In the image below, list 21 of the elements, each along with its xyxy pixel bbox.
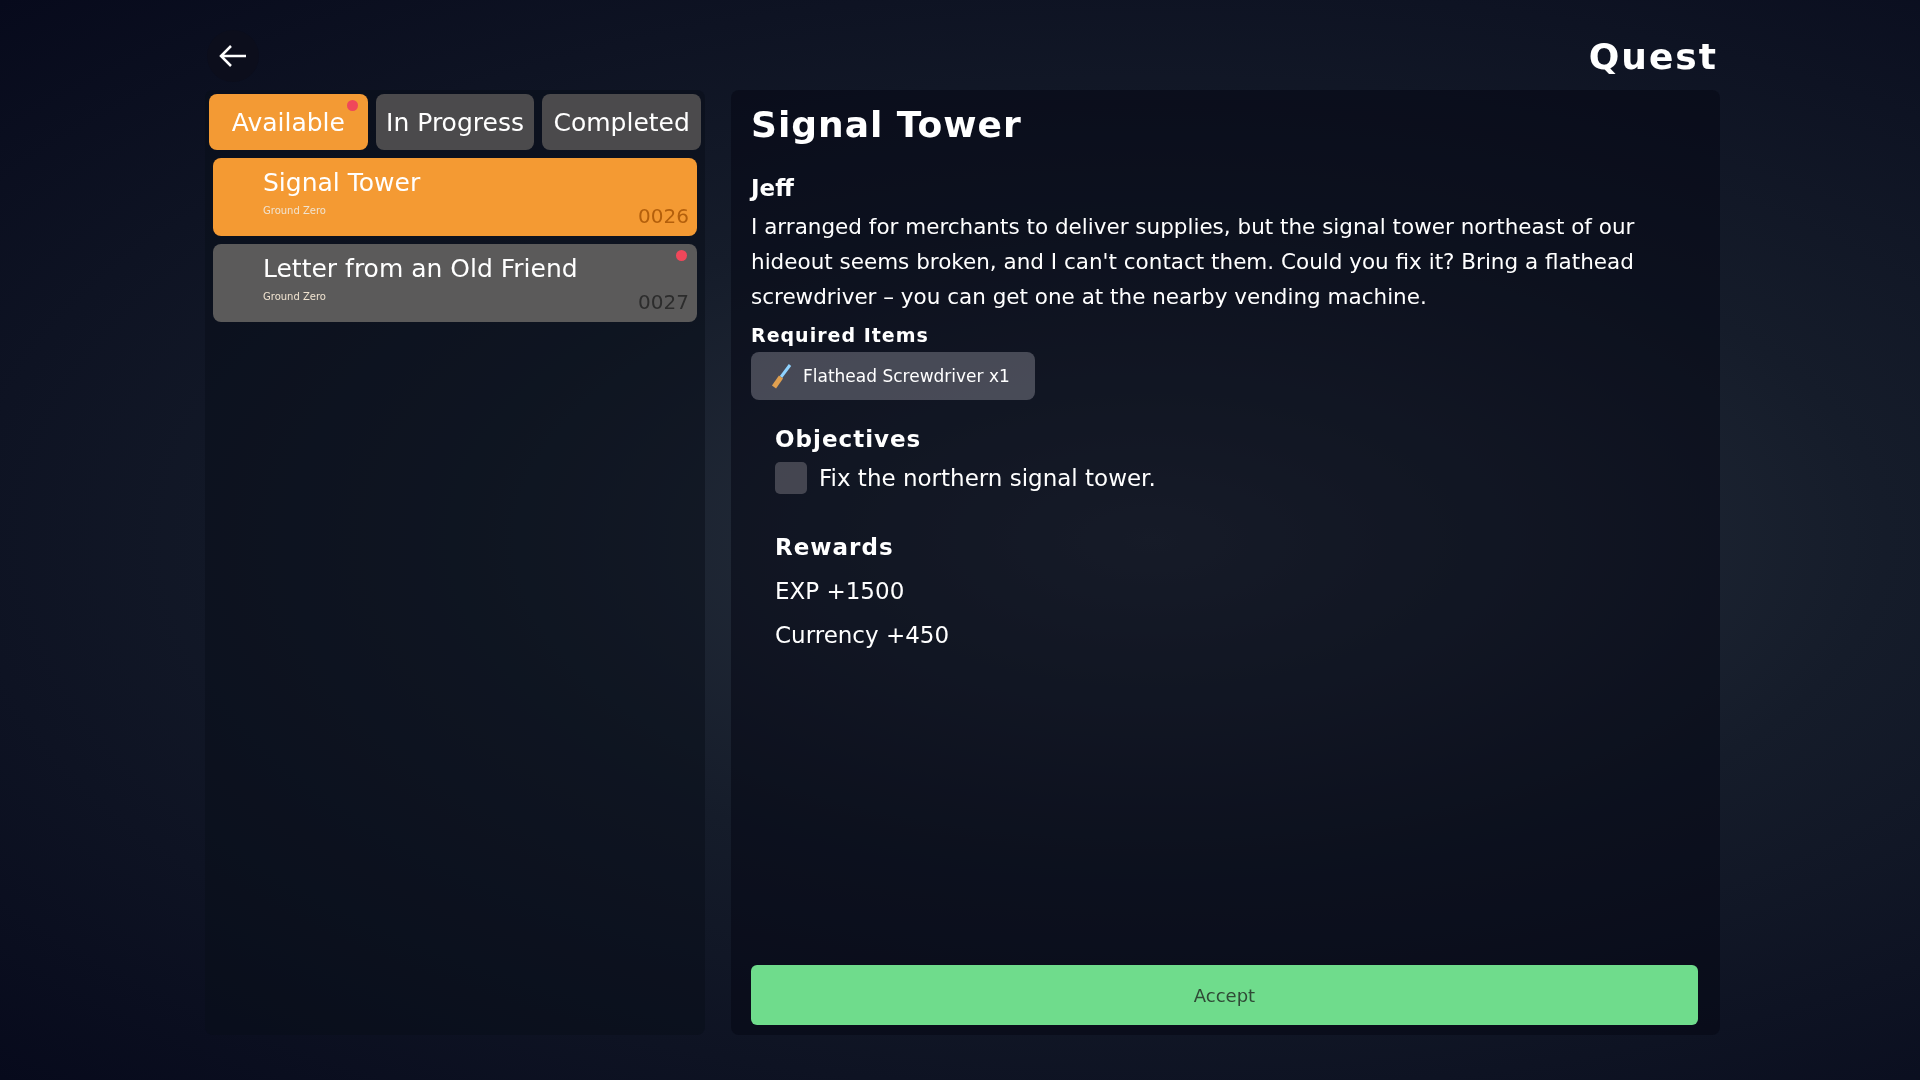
section-heading: Required Items (751, 324, 930, 346)
quest-location: Ground Zero (263, 205, 327, 216)
quest-title: Letter from an Old Friend (263, 254, 579, 283)
quest-heading: Signal Tower (751, 104, 1023, 145)
screwdriver-icon (771, 363, 793, 389)
screen-title: Quest (1588, 35, 1718, 77)
section-heading: Objectives (775, 426, 923, 452)
quest-number: 0026 (638, 204, 689, 228)
accept-button[interactable]: Accept (751, 965, 1698, 1025)
quest-tab[interactable]: In Progress (375, 94, 535, 150)
quest-giver: Jeff (751, 175, 795, 201)
objective-text: Fix the northern signal tower. (819, 465, 1156, 491)
reward-text: Currency +450 (775, 622, 951, 648)
section-heading: Rewards (775, 534, 895, 560)
item-name: Flathead Screwdriver x1 (803, 366, 1010, 386)
quest-description: I arranged for merchants to deliver supplies, but the signal tower northeast of our hideout seems broken, and I can't contact them. Could you fix it? Bring a flathead screwdriver – you can get one at the nearby vending machine. (751, 213, 1636, 311)
quest-tab[interactable]: Completed (542, 94, 701, 150)
quest-title: Signal Tower (263, 168, 422, 197)
quest-location: Ground Zero (263, 291, 327, 302)
reward-text: EXP +1500 (775, 578, 906, 604)
back-arrow-icon (218, 44, 248, 68)
